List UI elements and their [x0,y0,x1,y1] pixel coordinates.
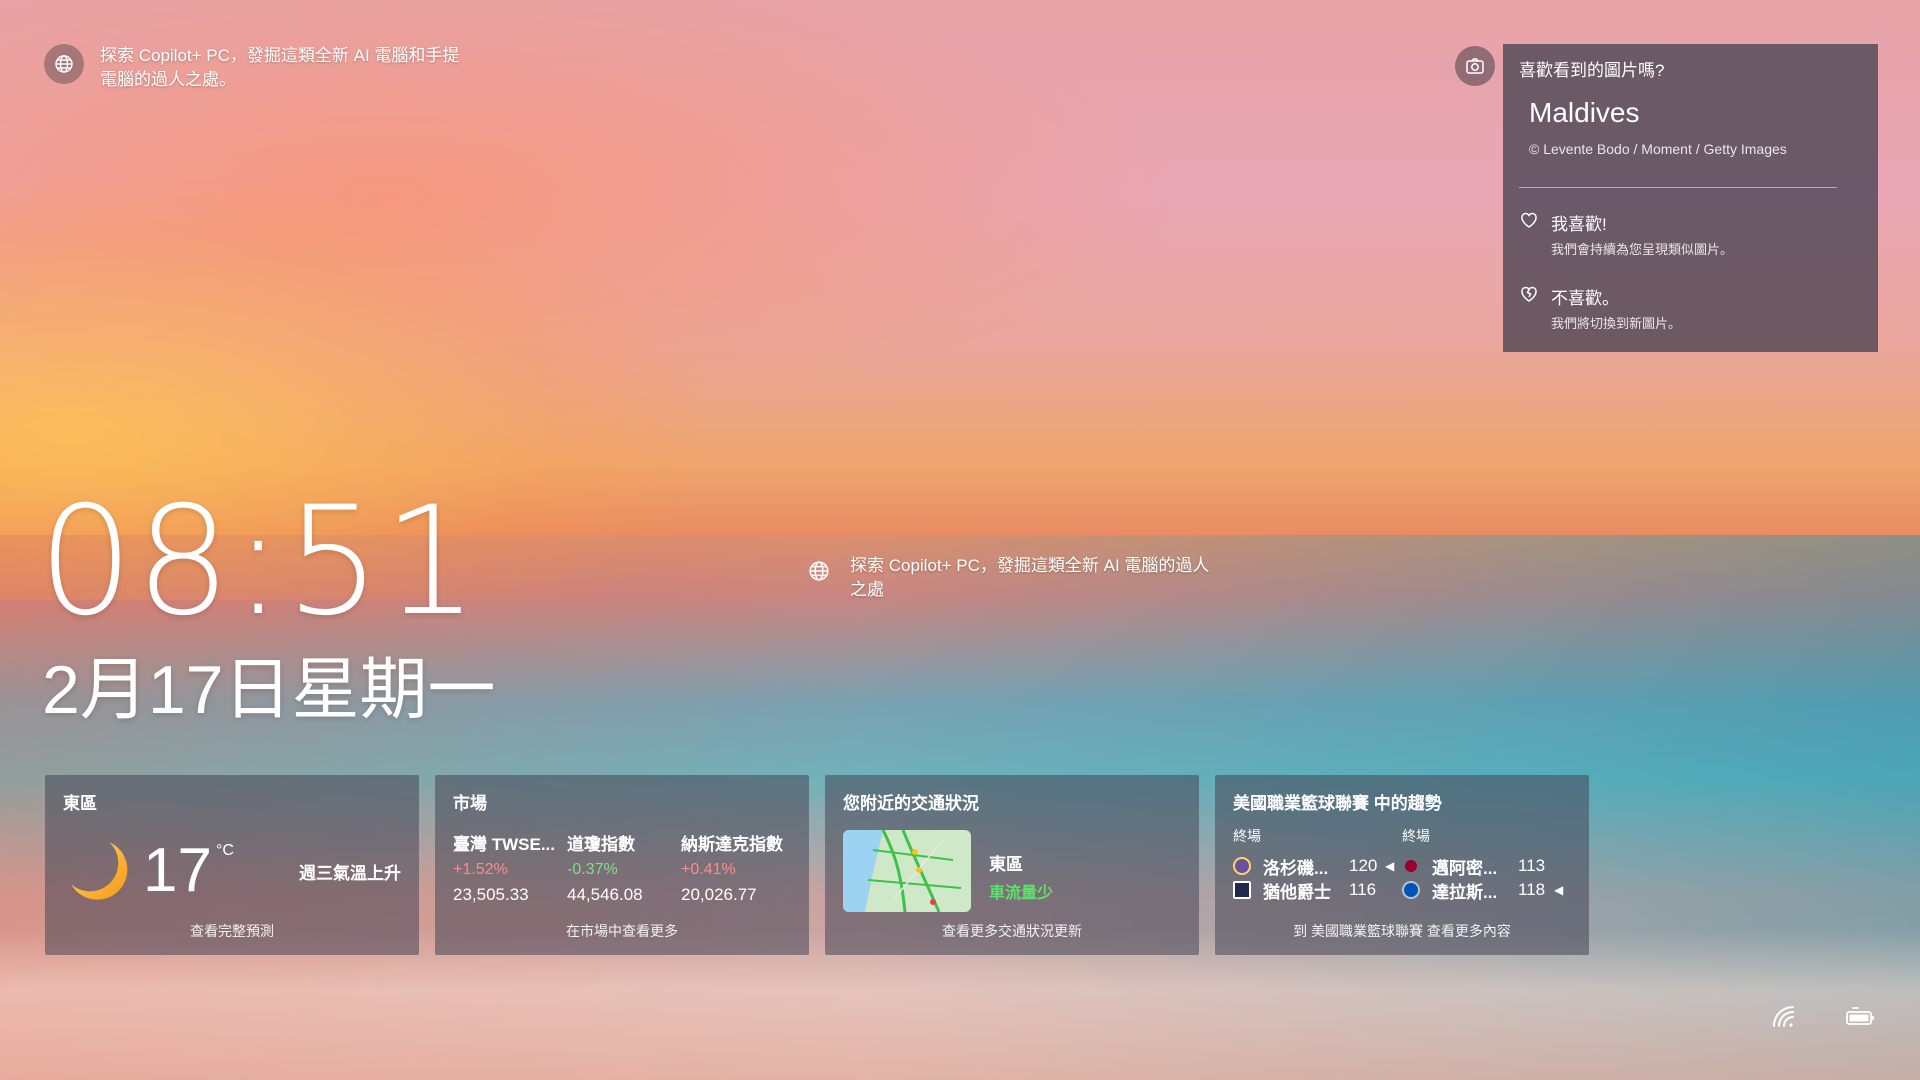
team-row: 達拉斯... 118 ◀ [1402,878,1571,902]
game-status: 終場 [1233,828,1261,844]
index-name: 道瓊指數 [567,835,635,854]
like-title: 我喜歡! [1551,215,1607,234]
photo-info-card: 喜歡看到的圖片嗎? Maldives © Levente Bodo / Mome… [1503,44,1878,352]
market-widget[interactable]: 市場 臺灣 TWSE... +1.52% 23,505.33 道瓊指數 -0.3… [435,775,809,955]
team-name: 達拉斯... [1432,882,1498,902]
market-index[interactable]: 臺灣 TWSE... +1.52% 23,505.33 [453,830,563,905]
like-button[interactable]: 我喜歡! 我們會持續為您呈現類似圖片。 [1519,210,1862,258]
market-title: 市場 [453,794,487,813]
game-status: 終場 [1402,828,1430,844]
dislike-title: 不喜歡。 [1551,289,1619,308]
wifi-icon[interactable] [1771,1004,1797,1030]
team-logo-icon [1402,881,1420,899]
index-value: 23,505.33 [453,885,529,904]
team-logo-icon [1233,857,1251,875]
weather-location: 東區 [63,794,97,813]
team-name: 猶他爵士 [1263,882,1331,902]
team-score: 116 [1349,880,1377,899]
divider [1519,187,1837,188]
top-promo[interactable]: 探索 Copilot+ PC，發掘這類全新 AI 電腦和手提電腦的過人之處。 [44,44,460,92]
index-name: 納斯達克指數 [681,835,783,854]
team-score: 118 [1518,880,1546,899]
winner-indicator-icon: ◀ [1385,859,1395,873]
traffic-map[interactable] [843,830,971,912]
index-change: +0.41% [681,861,736,878]
team-row: 邁阿密... 113 [1402,854,1571,878]
team-score: 120 [1349,856,1378,875]
market-more-link[interactable]: 在市場中查看更多 [435,921,809,941]
dislike-button[interactable]: 不喜歡。 我們將切換到新圖片。 [1519,284,1862,332]
traffic-title: 您附近的交通狀況 [843,794,979,813]
weather-unit: °C [215,842,234,859]
like-subtitle: 我們會持續為您呈現類似圖片。 [1551,242,1734,257]
team-logo-icon [1405,860,1417,872]
camera-icon[interactable] [1455,46,1495,86]
photo-credit: © Levente Bodo / Moment / Getty Images [1529,141,1787,157]
globe-icon[interactable] [802,554,836,588]
index-name: 臺灣 TWSE... [453,835,555,854]
nba-widget[interactable]: 美國職業籃球聯賽 中的趨勢 終場 終場 洛杉磯... 120 ◀ 猶他爵士 11… [1215,775,1589,955]
market-index[interactable]: 納斯達克指數 +0.41% 20,026.77 [681,830,791,905]
game-card[interactable]: 邁阿密... 113 達拉斯... 118 ◀ [1402,854,1571,902]
center-promo-text[interactable]: 探索 Copilot+ PC，發掘這類全新 AI 電腦的過人之處 [850,554,1210,602]
heart-icon [1521,212,1537,228]
nba-title: 美國職業籃球聯賽 中的趨勢 [1233,794,1442,813]
team-row: 洛杉磯... 120 ◀ [1233,854,1402,878]
weather-temperature: 17 [143,836,212,905]
weather-condition: 週三氣溫上升 [299,863,401,883]
center-promo[interactable]: 探索 Copilot+ PC，發掘這類全新 AI 電腦的過人之處 [802,554,1210,602]
index-value: 44,546.08 [567,885,643,904]
clock-date: 2月17日星期一 [42,652,496,728]
team-logo-icon [1233,881,1251,899]
battery-icon[interactable] [1845,1006,1875,1028]
moon-icon [71,842,128,900]
team-name: 洛杉磯... [1263,858,1329,878]
dislike-subtitle: 我們將切換到新圖片。 [1551,316,1682,331]
index-change: +1.52% [453,861,508,878]
winner-indicator-icon: ◀ [1554,883,1564,897]
team-score: 113 [1518,856,1546,875]
traffic-widget[interactable]: 您附近的交通狀況 東區 車流量少 查看更多交通狀況更新 [825,775,1199,955]
photo-panel: 喜歡看到的圖片嗎? Maldives © Levente Bodo / Mome… [1455,44,1878,352]
traffic-location: 東區 [989,855,1023,874]
index-value: 20,026.77 [681,885,757,904]
system-tray [1771,1004,1875,1030]
top-promo-text[interactable]: 探索 Copilot+ PC，發掘這類全新 AI 電腦和手提電腦的過人之處。 [100,44,460,92]
weather-widget[interactable]: 東區 17 °C 週三氣溫上升 查看完整預測 [45,775,419,955]
traffic-more-link[interactable]: 查看更多交通狀況更新 [825,921,1199,941]
traffic-status: 車流量少 [989,885,1054,902]
nba-more-link[interactable]: 到 美國職業籃球聯賽 查看更多內容 [1215,921,1589,941]
broken-heart-icon [1521,286,1537,302]
weather-forecast-link[interactable]: 查看完整預測 [45,921,419,941]
team-row: 猶他爵士 116 [1233,878,1402,902]
photo-question: 喜歡看到的圖片嗎? [1519,61,1665,80]
index-change: -0.37% [567,861,618,878]
clock-time: 08:51 [38,475,481,649]
game-card[interactable]: 洛杉磯... 120 ◀ 猶他爵士 116 [1233,854,1402,902]
globe-icon[interactable] [44,44,84,84]
photo-location: Maldives [1529,97,1640,128]
team-name: 邁阿密... [1432,858,1498,878]
market-index[interactable]: 道瓊指數 -0.37% 44,546.08 [567,830,677,905]
